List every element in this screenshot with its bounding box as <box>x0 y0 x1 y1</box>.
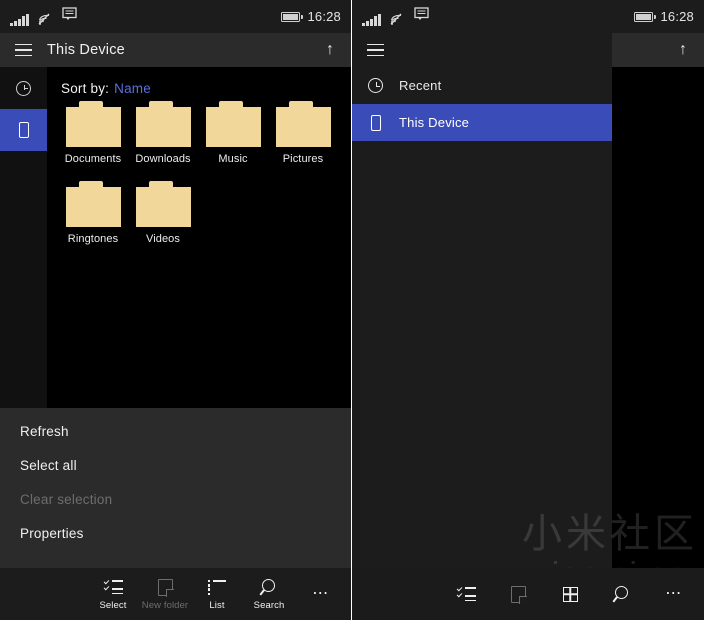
ellipsis-icon: ⋯ <box>665 585 683 602</box>
folder-label: Music <box>218 153 248 165</box>
folder-tile[interactable]: Music <box>198 101 268 165</box>
status-clock: 16:28 <box>660 9 694 24</box>
overflow-menu: Refresh Select all Clear selection Prope… <box>0 408 351 568</box>
menu-item-label: Select all <box>20 457 77 473</box>
status-right-icons: 16:28 <box>634 9 694 24</box>
nav-item-this-device[interactable]: This Device <box>352 104 612 141</box>
menu-item-properties[interactable]: Properties <box>0 516 351 550</box>
hamburger-icon[interactable] <box>352 33 399 67</box>
sort-by-row: Sort by: Name <box>47 67 351 96</box>
bottom-app-bar: Select New folder List Search ⋯ <box>0 568 351 620</box>
app-bar-label: New folder <box>141 599 189 611</box>
menu-item-label: Properties <box>20 525 84 541</box>
app-bar-new-folder-button: New folder <box>139 568 191 620</box>
search-icon <box>614 585 631 603</box>
folder-label: Pictures <box>282 153 324 165</box>
status-bar: 16:28 <box>352 0 704 33</box>
folder-tile[interactable]: Documents <box>58 101 128 165</box>
screenshot-root: 16:28 This Device ↑ Sort by: Name Docume… <box>0 0 704 620</box>
hamburger-icon[interactable] <box>0 33 47 67</box>
folder-label: Videos <box>145 233 181 245</box>
signal-bars-icon <box>362 14 381 26</box>
select-icon <box>103 578 123 595</box>
nav-item-recent[interactable]: Recent <box>352 67 612 104</box>
app-bar-more-button[interactable]: ⋯ <box>648 568 700 620</box>
app-bar-grid-button[interactable] <box>544 568 596 620</box>
bottom-app-bar: ⋯ <box>352 568 704 620</box>
arrow-up-icon[interactable]: ↑ <box>309 33 351 67</box>
rail-item-this-device[interactable] <box>0 109 47 151</box>
wifi-icon <box>390 13 405 26</box>
right-phone-screen: 16:28 ↑ Recent This Device 小米社区 xiaomi.c… <box>352 0 704 620</box>
content-scrim[interactable]: ↑ <box>612 33 704 568</box>
sort-by-label: Sort by: <box>61 81 110 96</box>
navigation-flyout: Recent This Device <box>352 33 612 568</box>
phone-icon <box>18 122 29 138</box>
folder-tile[interactable]: Videos <box>128 181 198 245</box>
message-icon <box>413 7 429 26</box>
menu-item-refresh[interactable]: Refresh <box>0 414 351 448</box>
list-icon <box>208 580 226 595</box>
clock-icon <box>368 78 383 93</box>
message-icon <box>61 7 77 26</box>
folder-icon <box>275 101 331 147</box>
select-icon <box>456 585 476 602</box>
folder-tile[interactable]: Downloads <box>128 101 198 165</box>
battery-icon <box>281 11 303 22</box>
command-bar: ↑ <box>612 33 704 67</box>
grid-icon <box>562 586 578 602</box>
app-bar-select-button[interactable] <box>440 568 492 620</box>
nav-item-label: Recent <box>399 78 442 93</box>
status-left-icons <box>362 7 429 26</box>
status-clock: 16:28 <box>307 9 341 24</box>
app-bar-search-button[interactable] <box>596 568 648 620</box>
page-title: This Device <box>47 42 125 58</box>
folder-label: Documents <box>64 153 122 165</box>
app-bar-list-button[interactable]: List <box>191 568 243 620</box>
menu-item-clear-selection: Clear selection <box>0 482 351 516</box>
folder-icon <box>65 181 121 227</box>
ellipsis-icon: ⋯ <box>312 585 330 602</box>
folder-label: Ringtones <box>67 233 119 245</box>
menu-item-label: Clear selection <box>20 491 113 507</box>
folder-tile[interactable]: Ringtones <box>58 181 128 245</box>
command-bar: This Device ↑ <box>0 33 351 67</box>
new-folder-icon <box>157 578 173 596</box>
status-left-icons <box>10 7 77 26</box>
app-bar-search-button[interactable]: Search <box>243 568 295 620</box>
app-bar-new-folder-button <box>492 568 544 620</box>
search-icon <box>261 578 278 596</box>
signal-bars-icon <box>10 14 29 26</box>
folder-label: Downloads <box>135 153 191 165</box>
phone-icon <box>370 114 381 131</box>
folder-icon <box>65 101 121 147</box>
folder-grid: Documents Downloads Music Pictures Ringt… <box>47 96 351 267</box>
sort-by-value[interactable]: Name <box>109 81 151 96</box>
wifi-icon <box>38 13 53 26</box>
nav-item-label: This Device <box>399 115 470 130</box>
status-bar: 16:28 <box>0 0 351 33</box>
menu-item-select-all[interactable]: Select all <box>0 448 351 482</box>
battery-icon <box>634 11 656 22</box>
app-bar-label: Search <box>253 599 285 611</box>
new-folder-icon <box>510 585 526 603</box>
menu-item-label: Refresh <box>20 423 69 439</box>
app-bar-select-button[interactable]: Select <box>87 568 139 620</box>
folder-icon <box>135 101 191 147</box>
flyout-header <box>352 33 612 67</box>
left-phone-screen: 16:28 This Device ↑ Sort by: Name Docume… <box>0 0 352 620</box>
rail-item-recent[interactable] <box>0 67 47 109</box>
folder-icon <box>135 181 191 227</box>
folder-tile[interactable]: Pictures <box>268 101 338 165</box>
app-bar-label: List <box>209 599 225 611</box>
folder-icon <box>205 101 261 147</box>
arrow-up-icon[interactable]: ↑ <box>662 33 704 67</box>
clock-icon <box>16 80 31 96</box>
app-bar-more-button[interactable]: ⋯ <box>295 568 347 620</box>
app-bar-label: Select <box>99 599 127 611</box>
status-right-icons: 16:28 <box>281 9 341 24</box>
